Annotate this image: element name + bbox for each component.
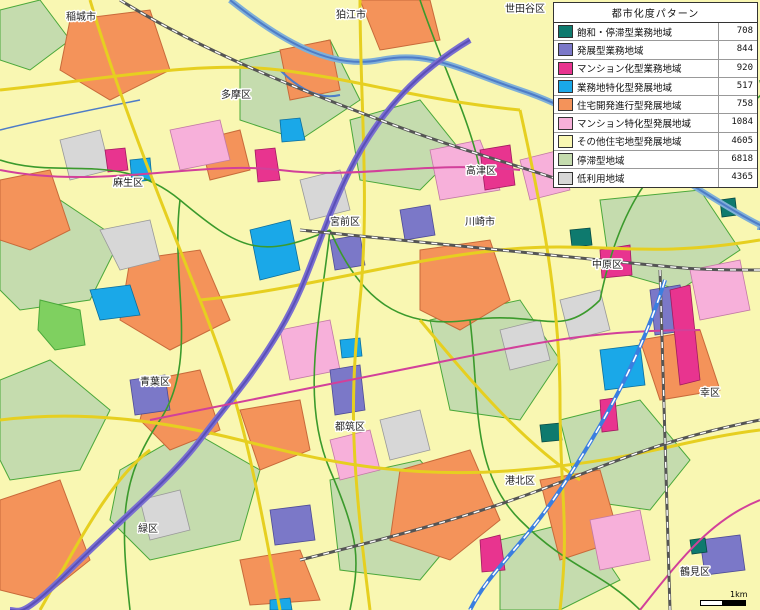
- legend-swatch: [558, 153, 573, 167]
- legend-swatch: [558, 43, 573, 57]
- legend-count: 4365: [718, 169, 757, 187]
- legend-count: 708: [718, 23, 757, 41]
- label-midori: 緑区: [138, 522, 158, 535]
- legend-count: 758: [718, 96, 757, 114]
- legend-count: 517: [718, 77, 757, 96]
- label-asao: 麻生区: [113, 176, 143, 189]
- label-miyamae: 宮前区: [330, 215, 360, 228]
- scale-bar-fill: [722, 600, 745, 606]
- label-setagaya: 世田谷区: [505, 3, 545, 15]
- legend-row: 低利用地域 4365: [554, 169, 757, 187]
- legend-row: 飽和・停滞型業務地域 708: [554, 23, 757, 42]
- label-kawasaki: 川崎市: [465, 215, 495, 228]
- label-nakahara: 中原区: [592, 258, 622, 271]
- legend-count: 6818: [718, 151, 757, 169]
- legend-swatch: [558, 116, 573, 130]
- legend-label: 飽和・停滞型業務地域: [577, 27, 673, 39]
- legend-label: マンション化型業務地域: [577, 64, 682, 76]
- legend-swatch: [558, 98, 573, 112]
- legend-rows: 飽和・停滞型業務地域 708 発展型業務地域 844 マンション化型業務地域 9…: [554, 23, 757, 187]
- legend-swatch: [558, 171, 573, 185]
- scale-bar: 1km: [700, 590, 750, 606]
- legend-row: 住宅開発進行型発展地域 758: [554, 96, 757, 115]
- legend-row: マンション化型業務地域 920: [554, 59, 757, 78]
- label-komae: 狛江市: [336, 8, 366, 21]
- scale-label: 1km: [730, 590, 748, 599]
- legend-row: 発展型業務地域 844: [554, 41, 757, 60]
- legend-label: 停滞型地域: [577, 155, 625, 167]
- legend-row: その他住宅地型発展地域 4605: [554, 132, 757, 152]
- legend-count: 920: [718, 59, 757, 77]
- label-takatsu: 高津区: [466, 164, 496, 177]
- legend-label: マンション特化型発展地域: [577, 119, 692, 131]
- legend-title: 都市化度パターン: [554, 3, 757, 23]
- legend-swatch: [558, 80, 573, 94]
- legend: 都市化度パターン 飽和・停滞型業務地域 708 発展型業務地域 844 マンショ…: [553, 2, 758, 188]
- label-inagi: 稲城市: [66, 10, 96, 23]
- legend-row: 業務地特化型発展地域 517: [554, 77, 757, 97]
- label-kohoku: 港北区: [505, 475, 535, 487]
- legend-row: マンション特化型発展地域 1084: [554, 114, 757, 133]
- label-tsuzuki: 都筑区: [335, 420, 365, 433]
- legend-count: 1084: [718, 114, 757, 132]
- legend-count: 4605: [718, 132, 757, 151]
- label-tsurumi: 鶴見区: [680, 565, 710, 578]
- label-aoba: 青葉区: [140, 375, 170, 388]
- legend-swatch: [558, 25, 573, 39]
- label-saiwai: 幸区: [700, 387, 720, 399]
- legend-row: 停滞型地域 6818: [554, 151, 757, 170]
- legend-label: 低利用地域: [577, 174, 625, 186]
- legend-count: 844: [718, 41, 757, 59]
- legend-label: その他住宅地型発展地域: [577, 137, 682, 149]
- legend-label: 住宅開発進行型発展地域: [577, 100, 682, 112]
- legend-label: 発展型業務地域: [577, 45, 644, 57]
- legend-swatch: [558, 61, 573, 75]
- label-tama: 多摩区: [221, 88, 251, 101]
- legend-label: 業務地特化型発展地域: [577, 82, 673, 94]
- legend-swatch: [558, 134, 573, 148]
